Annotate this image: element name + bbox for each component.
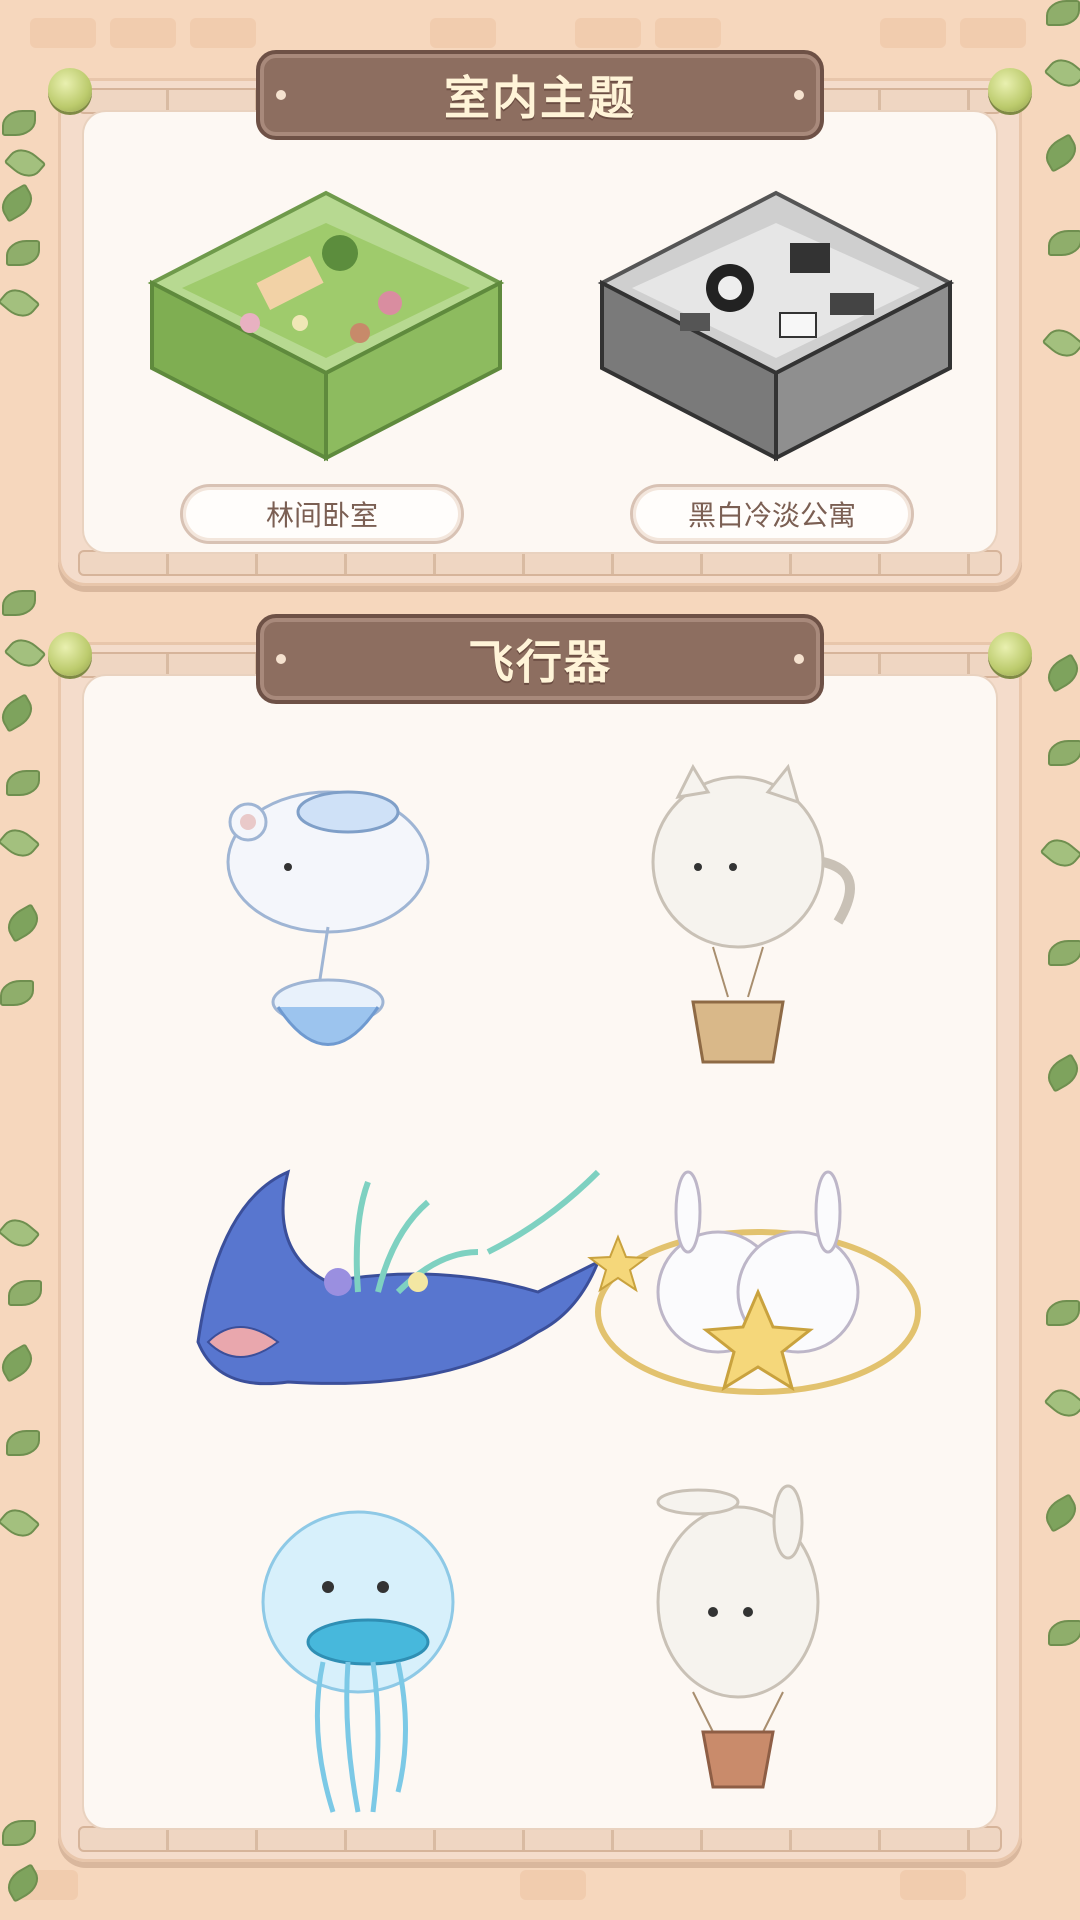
indoor-theme-panel: 室内主题 林间卧室 黑白冷淡公寓 [48, 50, 1032, 586]
bunny-hot-air-balloon-icon[interactable] [598, 1462, 928, 1802]
brick [655, 18, 721, 48]
brick [960, 18, 1026, 48]
left-vine-decoration [0, 590, 47, 1050]
left-vine-decoration [0, 1820, 45, 1920]
aircraft-panel: 飞行器 [48, 614, 1032, 1862]
brick [110, 18, 176, 48]
brick [430, 18, 496, 48]
jellyfish-airship-icon[interactable] [208, 1492, 538, 1832]
room-label[interactable]: 林间卧室 [180, 484, 464, 544]
manta-ray-coral-airship-icon[interactable] [178, 1142, 618, 1482]
left-vine-decoration [0, 1212, 42, 1600]
plaque-nail-icon [276, 654, 286, 664]
room-label-text: 黑白冷淡公寓 [687, 499, 856, 532]
brick [900, 1870, 966, 1900]
left-vine-decoration [0, 110, 47, 350]
section-title-plaque: 飞行器 [256, 614, 824, 704]
right-vine-decoration [1039, 1300, 1080, 1780]
cat-hot-air-balloon-icon[interactable] [598, 752, 928, 1092]
right-vine-decoration [1039, 653, 1080, 1160]
room-label[interactable]: 黑白冷淡公寓 [630, 484, 914, 544]
polar-bear-airship-icon[interactable] [178, 752, 508, 1092]
brick [190, 18, 256, 48]
section-title: 飞行器 [468, 635, 612, 689]
room-label-text: 林间卧室 [265, 499, 378, 532]
pushpin-icon [988, 632, 1032, 676]
section-title-plaque: 室内主题 [256, 50, 824, 140]
forest-bedroom-room-image[interactable] [140, 173, 512, 463]
panel-bottom-rail [78, 550, 1002, 576]
brick [30, 18, 96, 48]
right-vine-decoration [1039, 0, 1080, 420]
section-title: 室内主题 [444, 71, 636, 125]
bunny-star-ring-vehicle-icon[interactable] [578, 1142, 938, 1482]
plaque-nail-icon [276, 90, 286, 100]
pushpin-icon [48, 68, 92, 112]
plaque-nail-icon [794, 90, 804, 100]
monochrome-apartment-room-image[interactable] [590, 173, 962, 463]
brick [575, 18, 641, 48]
brick [520, 1870, 586, 1900]
brick [880, 18, 946, 48]
pushpin-icon [48, 632, 92, 676]
plaque-nail-icon [794, 654, 804, 664]
pushpin-icon [988, 68, 1032, 112]
